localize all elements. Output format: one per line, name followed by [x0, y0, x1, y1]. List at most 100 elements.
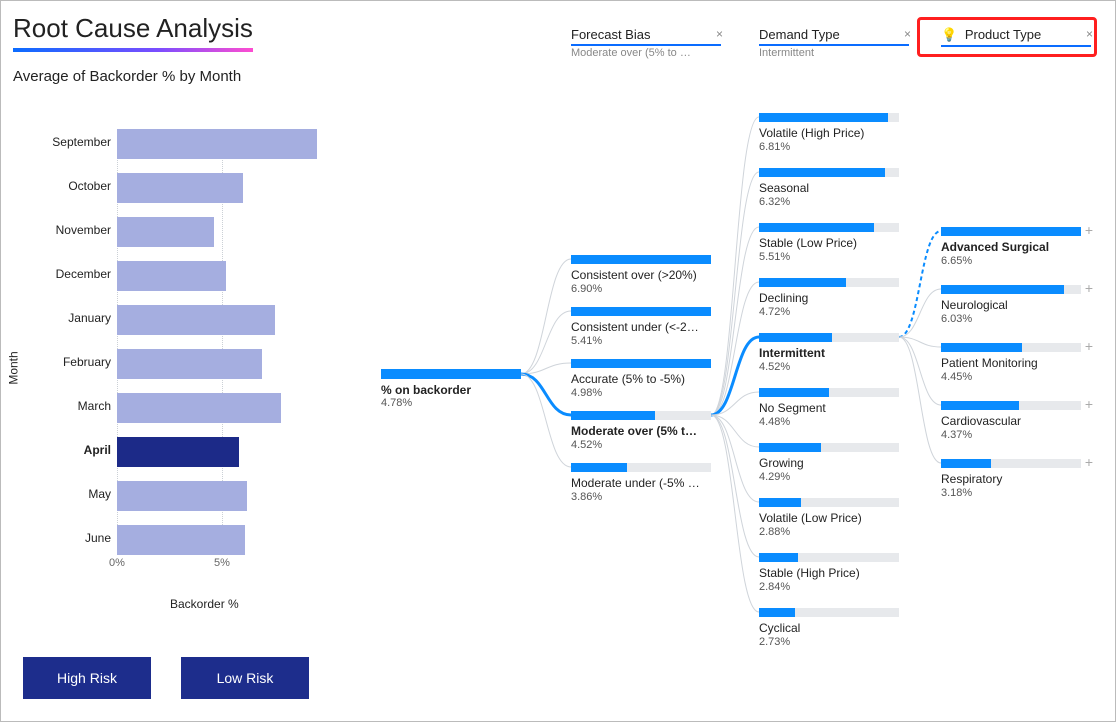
low-risk-button[interactable]: Low Risk — [181, 657, 309, 699]
tree-node[interactable]: No Segment4.48% — [759, 388, 899, 428]
tree-node[interactable]: Volatile (High Price)6.81% — [759, 113, 899, 153]
node-value: 6.65% — [941, 255, 1081, 267]
bar — [117, 349, 262, 379]
tree-node[interactable]: Consistent over (>20%)6.90% — [571, 255, 711, 295]
bar-row[interactable]: March — [117, 393, 327, 423]
high-risk-button[interactable]: High Risk — [23, 657, 151, 699]
tree-node[interactable]: Stable (High Price)2.84% — [759, 553, 899, 593]
tree-node[interactable]: Neurological6.03%+ — [941, 285, 1081, 325]
node-bar — [759, 223, 899, 232]
node-value: 4.72% — [759, 306, 899, 318]
close-icon[interactable]: × — [716, 27, 723, 41]
bar-row[interactable]: October — [117, 173, 327, 203]
node-bar-fill — [759, 333, 832, 342]
tree-node[interactable]: Consistent under (<-2…5.41% — [571, 307, 711, 347]
tree-node[interactable]: Growing4.29% — [759, 443, 899, 483]
bar-row[interactable]: February — [117, 349, 327, 379]
tree-node[interactable]: Intermittent4.52% — [759, 333, 899, 373]
bar-label: September — [21, 135, 111, 149]
node-label: Growing — [759, 456, 899, 471]
root-value: 4.78% — [381, 397, 531, 409]
tree-node[interactable]: Advanced Surgical6.65%+ — [941, 227, 1081, 267]
column-sub-forecast-bias: Moderate over (5% to … — [571, 47, 721, 59]
node-value: 2.84% — [759, 581, 899, 593]
node-bar — [941, 285, 1081, 294]
node-bar-fill — [759, 443, 821, 452]
node-value: 4.37% — [941, 429, 1081, 441]
tree-node[interactable]: Patient Monitoring4.45%+ — [941, 343, 1081, 383]
tree-node[interactable]: Moderate over (5% t…4.52% — [571, 411, 711, 451]
bar — [117, 217, 214, 247]
node-bar — [571, 411, 711, 420]
node-bar-fill — [759, 553, 798, 562]
page-title: Root Cause Analysis — [13, 13, 253, 52]
tree-node[interactable]: Cardiovascular4.37%+ — [941, 401, 1081, 441]
node-bar-fill — [759, 223, 874, 232]
bar-row[interactable]: April — [117, 437, 327, 467]
bar-row[interactable]: November — [117, 217, 327, 247]
node-bar-fill — [759, 388, 829, 397]
tree-node[interactable]: Stable (Low Price)5.51% — [759, 223, 899, 263]
node-value: 3.86% — [571, 491, 711, 503]
node-bar — [759, 608, 899, 617]
node-bar — [759, 443, 899, 452]
bar-row[interactable]: September — [117, 129, 327, 159]
node-label: Neurological — [941, 298, 1081, 313]
bar — [117, 173, 243, 203]
node-label: Declining — [759, 291, 899, 306]
node-bar — [941, 227, 1081, 236]
expand-icon[interactable]: + — [1083, 282, 1095, 294]
bar-row[interactable]: January — [117, 305, 327, 335]
tree-node[interactable]: Cyclical2.73% — [759, 608, 899, 648]
tree-node[interactable]: Volatile (Low Price)2.88% — [759, 498, 899, 538]
tree-root-node[interactable]: % on backorder 4.78% — [381, 369, 531, 409]
bar — [117, 481, 247, 511]
column-header-demand-type[interactable]: Demand Type × — [759, 25, 909, 46]
expand-icon[interactable]: + — [1083, 456, 1095, 468]
column-sub-demand-type: Intermittent — [759, 47, 909, 59]
x-axis-label: Backorder % — [170, 597, 239, 611]
x-tick-5: 5% — [214, 557, 230, 569]
node-label: Cyclical — [759, 621, 899, 636]
bar — [117, 525, 245, 555]
node-value: 2.73% — [759, 636, 899, 648]
node-bar-fill — [941, 459, 991, 468]
node-bar-fill — [941, 343, 1022, 352]
node-value: 2.88% — [759, 526, 899, 538]
tree-node[interactable]: Respiratory3.18%+ — [941, 459, 1081, 499]
bar-row[interactable]: May — [117, 481, 327, 511]
node-bar-fill — [571, 307, 711, 316]
node-bar — [941, 401, 1081, 410]
node-value: 4.48% — [759, 416, 899, 428]
bar — [117, 437, 239, 467]
app-frame: Root Cause Analysis Average of Backorder… — [0, 0, 1116, 722]
node-value: 6.32% — [759, 196, 899, 208]
bar-label: February — [21, 355, 111, 369]
bar — [117, 261, 226, 291]
bar-row[interactable]: December — [117, 261, 327, 291]
tree-node[interactable]: Moderate under (-5% …3.86% — [571, 463, 711, 503]
expand-icon[interactable]: + — [1083, 398, 1095, 410]
node-value: 4.29% — [759, 471, 899, 483]
node-bar — [759, 388, 899, 397]
tree-node[interactable]: Declining4.72% — [759, 278, 899, 318]
column-header-forecast-bias[interactable]: Forecast Bias × — [571, 25, 721, 46]
bar-row[interactable]: June — [117, 525, 327, 555]
node-bar-fill — [571, 255, 711, 264]
tree-node[interactable]: Accurate (5% to -5%)4.98% — [571, 359, 711, 399]
bar — [117, 305, 275, 335]
node-bar — [759, 553, 899, 562]
node-label: Intermittent — [759, 346, 899, 361]
bar — [117, 393, 281, 423]
node-bar-fill — [941, 401, 1019, 410]
expand-icon[interactable]: + — [1083, 340, 1095, 352]
column-title: Demand Type — [759, 27, 840, 42]
node-value: 6.81% — [759, 141, 899, 153]
expand-icon[interactable]: + — [1083, 224, 1095, 236]
node-label: Consistent under (<-2… — [571, 320, 711, 335]
close-icon[interactable]: × — [904, 27, 911, 41]
tree-node[interactable]: Seasonal6.32% — [759, 168, 899, 208]
node-bar — [571, 307, 711, 316]
bar-label: April — [21, 443, 111, 457]
node-value: 3.18% — [941, 487, 1081, 499]
